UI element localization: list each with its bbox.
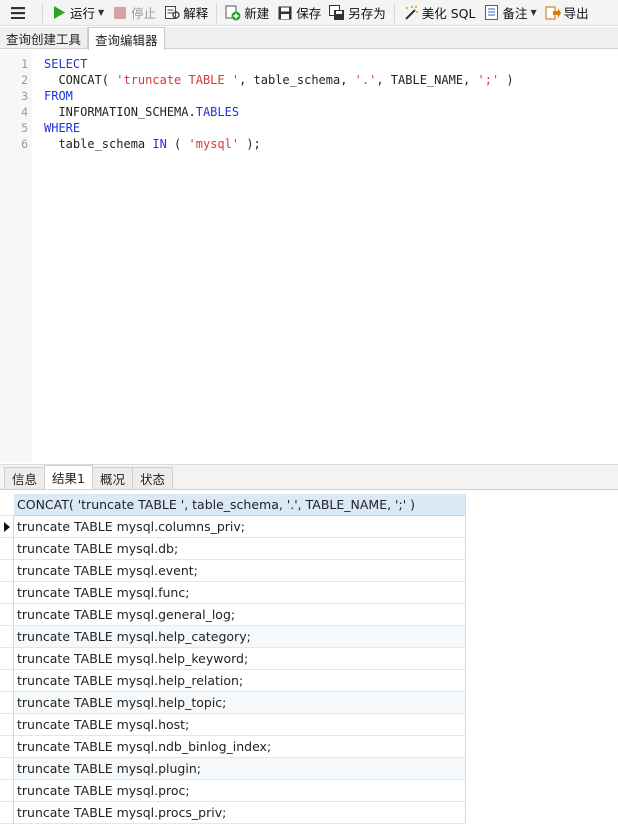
table-cell[interactable]: truncate TABLE mysql.help_topic;	[14, 692, 466, 714]
sql-editor[interactable]: 1 SELECT 2 CONCAT( 'truncate TABLE ', tab…	[0, 50, 618, 462]
row-indicator[interactable]	[0, 714, 14, 736]
row-indicator[interactable]	[0, 648, 14, 670]
tab-query-editor[interactable]: 查询编辑器	[88, 27, 165, 50]
new-query-icon	[225, 5, 241, 21]
table-cell[interactable]: truncate TABLE mysql.procs_priv;	[14, 802, 466, 824]
table-row[interactable]: truncate TABLE mysql.plugin;	[0, 758, 466, 780]
stop-button[interactable]: 停止	[108, 1, 160, 25]
table-row[interactable]: truncate TABLE mysql.host;	[0, 714, 466, 736]
explain-button[interactable]: 解释	[160, 1, 212, 25]
line-number: 4	[21, 105, 28, 119]
column-header[interactable]: CONCAT( 'truncate TABLE ', table_schema,…	[14, 494, 466, 516]
table-cell[interactable]: truncate TABLE mysql.general_log;	[14, 604, 466, 626]
table-row[interactable]: truncate TABLE mysql.help_topic;	[0, 692, 466, 714]
save-button[interactable]: 保存	[273, 1, 325, 25]
row-indicator[interactable]	[0, 582, 14, 604]
explain-icon	[164, 5, 180, 21]
tab-result1[interactable]: 结果1	[44, 465, 93, 489]
toolbar-separator	[216, 2, 218, 23]
current-row-arrow-icon	[4, 522, 10, 532]
new-button[interactable]: 新建	[221, 1, 273, 25]
line-number: 5	[21, 121, 28, 135]
table-row[interactable]: truncate TABLE mysql.help_category;	[0, 626, 466, 648]
table-row[interactable]: truncate TABLE mysql.db;	[0, 538, 466, 560]
table-cell[interactable]: truncate TABLE mysql.help_relation;	[14, 670, 466, 692]
table-cell[interactable]: truncate TABLE mysql.help_category;	[14, 626, 466, 648]
beautify-sql-button[interactable]: 美化 SQL	[399, 1, 480, 25]
chevron-down-icon[interactable]: ▼	[530, 8, 536, 17]
tab-status[interactable]: 状态	[131, 467, 173, 489]
table-row[interactable]: truncate TABLE mysql.func;	[0, 582, 466, 604]
header-corner	[0, 494, 14, 516]
stop-icon	[112, 5, 128, 21]
stop-label: 停止	[131, 6, 157, 21]
line-number: 1	[21, 57, 28, 71]
row-indicator[interactable]	[0, 736, 14, 758]
magic-wand-icon	[403, 5, 419, 21]
editor-tabs: 查询创建工具 查询编辑器	[0, 27, 618, 50]
table-cell[interactable]: truncate TABLE mysql.db;	[14, 538, 466, 560]
row-indicator[interactable]	[0, 692, 14, 714]
table-row[interactable]: truncate TABLE mysql.columns_priv;	[0, 516, 466, 538]
table-row[interactable]: truncate TABLE mysql.event;	[0, 560, 466, 582]
save-label: 保存	[296, 6, 322, 21]
table-cell[interactable]: truncate TABLE mysql.func;	[14, 582, 466, 604]
run-label: 运行	[70, 6, 96, 21]
notes-label: 备注	[502, 6, 528, 21]
table-cell[interactable]: truncate TABLE mysql.plugin;	[14, 758, 466, 780]
menu-button[interactable]	[0, 1, 38, 25]
table-cell[interactable]: truncate TABLE mysql.host;	[14, 714, 466, 736]
beautify-sql-label: 美化 SQL	[421, 6, 476, 21]
row-indicator[interactable]	[0, 516, 14, 538]
line-number: 2	[21, 73, 28, 87]
table-row[interactable]: truncate TABLE mysql.help_relation;	[0, 670, 466, 692]
row-indicator[interactable]	[0, 802, 14, 824]
row-indicator[interactable]	[0, 670, 14, 692]
result-tabs: 信息 结果1 概况 状态	[0, 464, 618, 490]
toolbar-separator	[393, 2, 395, 23]
chevron-down-icon[interactable]: ▼	[98, 8, 104, 17]
row-indicator[interactable]	[0, 604, 14, 626]
export-label: 导出	[563, 6, 589, 21]
row-indicator[interactable]	[0, 538, 14, 560]
row-indicator[interactable]	[0, 780, 14, 802]
row-indicator[interactable]	[0, 758, 14, 780]
result-grid[interactable]: CONCAT( 'truncate TABLE ', table_schema,…	[0, 494, 466, 824]
tab-profile[interactable]: 概况	[91, 467, 133, 489]
save-as-icon	[329, 4, 345, 21]
save-as-button[interactable]: 另存为	[325, 1, 390, 25]
table-row[interactable]: truncate TABLE mysql.ndb_binlog_index;	[0, 736, 466, 758]
play-icon	[51, 5, 67, 21]
save-as-label: 另存为	[348, 6, 386, 21]
save-icon	[277, 5, 293, 21]
row-indicator[interactable]	[0, 560, 14, 582]
toolbar: 运行 ▼ 停止 解释 新建 保存 另存为 美化 SQL 备注 ▼ 导出	[0, 0, 618, 26]
notes-icon	[483, 5, 499, 21]
export-button[interactable]: 导出	[541, 1, 593, 25]
tab-info[interactable]: 信息	[4, 467, 46, 489]
grid-header-row: CONCAT( 'truncate TABLE ', table_schema,…	[0, 494, 466, 516]
table-row[interactable]: truncate TABLE mysql.proc;	[0, 780, 466, 802]
table-cell[interactable]: truncate TABLE mysql.columns_priv;	[14, 516, 466, 538]
table-cell[interactable]: truncate TABLE mysql.ndb_binlog_index;	[14, 736, 466, 758]
menu-icon	[10, 5, 26, 21]
row-indicator[interactable]	[0, 626, 14, 648]
table-cell[interactable]: truncate TABLE mysql.proc;	[14, 780, 466, 802]
table-row[interactable]: truncate TABLE mysql.general_log;	[0, 604, 466, 626]
tab-query-builder[interactable]: 查询创建工具	[0, 27, 89, 49]
new-label: 新建	[244, 6, 270, 21]
export-icon	[545, 5, 561, 21]
run-button[interactable]: 运行 ▼	[47, 1, 108, 25]
table-cell[interactable]: truncate TABLE mysql.event;	[14, 560, 466, 582]
table-cell[interactable]: truncate TABLE mysql.help_keyword;	[14, 648, 466, 670]
toolbar-separator	[42, 2, 43, 23]
table-row[interactable]: truncate TABLE mysql.procs_priv;	[0, 802, 466, 824]
explain-label: 解释	[183, 6, 209, 21]
line-number: 6	[21, 137, 28, 151]
line-number: 3	[21, 89, 28, 103]
notes-button[interactable]: 备注 ▼	[479, 1, 540, 25]
table-row[interactable]: truncate TABLE mysql.help_keyword;	[0, 648, 466, 670]
